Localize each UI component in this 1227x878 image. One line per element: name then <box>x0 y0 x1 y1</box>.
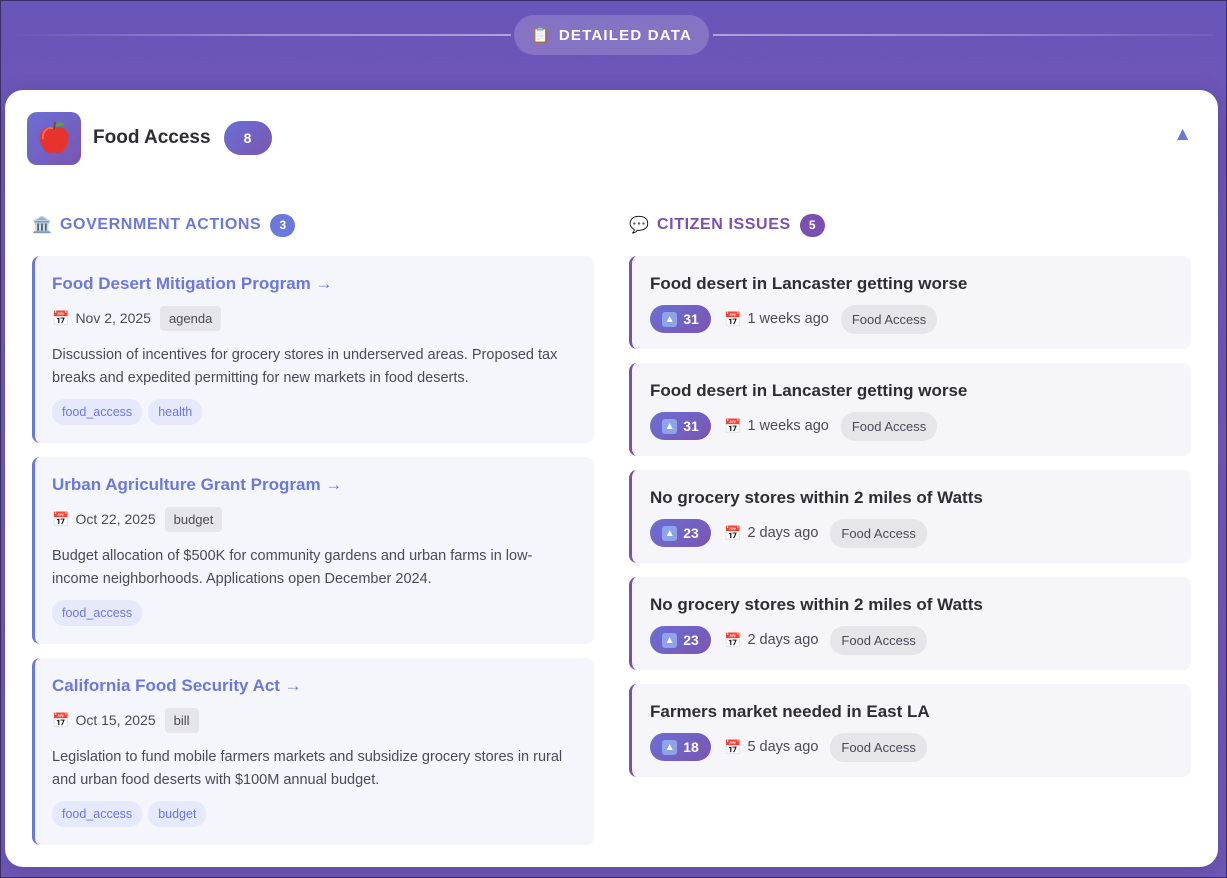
citizen-issues-title: CITIZEN ISSUES <box>657 216 791 233</box>
arrow-up-icon: ▲ <box>662 739 678 755</box>
issue-category-badge: Food Access <box>830 732 927 762</box>
arrow-up-icon: ▲ <box>662 525 678 541</box>
citizen-issue-item[interactable]: No grocery stores within 2 miles of Watt… <box>629 470 1191 563</box>
action-tags: food_access <box>52 600 577 626</box>
issue-category-badge: Food Access <box>840 411 938 441</box>
action-tag: health <box>148 399 203 425</box>
category-icon-tile <box>27 111 81 165</box>
upvote-button[interactable]: ▲ 23 <box>650 626 711 654</box>
category-header: Food Access 8 <box>27 111 272 165</box>
issue-time-ago: 5 days ago <box>747 739 819 755</box>
apple-icon <box>39 122 69 153</box>
section-header: 📋 DETAILED DATA <box>1 1 1227 71</box>
chevron-up-icon: ▲ <box>1173 124 1192 145</box>
government-action-meta: 📅 Nov 2, 2025 agenda <box>52 305 577 331</box>
citizen-issue-item[interactable]: Food desert in Lancaster getting worse ▲… <box>629 363 1191 456</box>
issue-category-badge: Food Access <box>840 304 938 334</box>
action-type-badge: agenda <box>159 305 222 331</box>
detailed-data-pill: 📋 DETAILED DATA <box>514 15 709 55</box>
action-tag: budget <box>148 801 207 827</box>
action-tag: food_access <box>52 600 143 626</box>
header-divider-right <box>713 34 1213 36</box>
citizen-issue-item[interactable]: Food desert in Lancaster getting worse ▲… <box>629 256 1191 349</box>
government-action-meta: 📅 Oct 15, 2025 bill <box>52 707 577 733</box>
citizen-issues-column: 💬 CITIZEN ISSUES 5 Food desert in Lancas… <box>629 212 1191 791</box>
calendar-icon: 📅 <box>724 631 742 648</box>
calendar-icon: 📅 <box>724 417 742 434</box>
action-description: Discussion of incentives for grocery sto… <box>52 347 558 386</box>
issue-time-ago: 1 weeks ago <box>747 311 829 327</box>
citizen-issue-item[interactable]: No grocery stores within 2 miles of Watt… <box>629 577 1191 670</box>
category-card: Food Access 8 ▲ 🏛️ GOVERNMENT ACTIONS 3 … <box>5 90 1218 867</box>
government-actions-column: 🏛️ GOVERNMENT ACTIONS 3 Food Desert Miti… <box>32 212 594 859</box>
calendar-icon: 📅 <box>52 711 70 728</box>
issue-title: Food desert in Lancaster getting worse <box>650 274 968 293</box>
collapse-toggle-button[interactable]: ▲ <box>1173 124 1192 146</box>
section-header-title: DETAILED DATA <box>558 26 692 44</box>
government-action-item: California Food Security Act → 📅 Oct 15,… <box>32 658 594 845</box>
speech-bubble-icon: 💬 <box>629 217 649 234</box>
government-action-item: Urban Agriculture Grant Program → 📅 Oct … <box>32 457 594 644</box>
category-title: Food Access <box>93 127 211 148</box>
upvote-button[interactable]: ▲ 23 <box>650 519 711 547</box>
vote-count: 23 <box>683 632 699 648</box>
issue-time-ago: 2 days ago <box>747 632 819 648</box>
action-tag: food_access <box>52 801 143 827</box>
calendar-icon: 📅 <box>52 309 70 326</box>
government-action-link[interactable]: Urban Agriculture Grant Program → <box>52 475 577 495</box>
action-type-badge: bill <box>164 707 199 733</box>
issue-meta: ▲ 23 📅 2 days ago Food Access <box>650 518 1174 548</box>
upvote-button[interactable]: ▲ 18 <box>650 733 711 761</box>
government-actions-header: 🏛️ GOVERNMENT ACTIONS 3 <box>32 212 594 238</box>
action-tags: food_access health <box>52 399 577 425</box>
government-actions-title: GOVERNMENT ACTIONS <box>60 216 262 233</box>
citizen-issues-header: 💬 CITIZEN ISSUES 5 <box>629 212 1191 238</box>
government-action-meta: 📅 Oct 22, 2025 budget <box>52 506 577 532</box>
issue-title: No grocery stores within 2 miles of Watt… <box>650 595 983 614</box>
vote-count: 18 <box>683 739 699 755</box>
clipboard-icon: 📋 <box>531 27 551 44</box>
issue-title: No grocery stores within 2 miles of Watt… <box>650 488 983 507</box>
issue-meta: ▲ 18 📅 5 days ago Food Access <box>650 732 1174 762</box>
action-date: Nov 2, 2025 <box>75 310 151 326</box>
action-date: Oct 15, 2025 <box>75 712 156 728</box>
upvote-button[interactable]: ▲ 31 <box>650 305 711 333</box>
issue-category-badge: Food Access <box>830 625 927 655</box>
action-date: Oct 22, 2025 <box>75 511 156 527</box>
issue-meta: ▲ 23 📅 2 days ago Food Access <box>650 625 1174 655</box>
vote-count: 31 <box>683 418 699 434</box>
category-count-badge: 8 <box>223 121 272 155</box>
issue-meta: ▲ 31 📅 1 weeks ago Food Access <box>650 304 1174 334</box>
citizen-issue-item[interactable]: Farmers market needed in East LA ▲ 18 📅 … <box>629 684 1191 777</box>
issue-time-ago: 2 days ago <box>747 525 819 541</box>
government-action-link[interactable]: Food Desert Mitigation Program → <box>52 274 577 294</box>
action-type-badge: budget <box>164 506 223 532</box>
vote-count: 23 <box>683 525 699 541</box>
action-description: Budget allocation of $500K for community… <box>52 548 533 587</box>
calendar-icon: 📅 <box>52 510 70 527</box>
government-action-link[interactable]: California Food Security Act → <box>52 676 577 696</box>
government-action-item: Food Desert Mitigation Program → 📅 Nov 2… <box>32 256 594 443</box>
action-description: Legislation to fund mobile farmers marke… <box>52 749 563 788</box>
government-actions-count: 3 <box>270 213 296 237</box>
issue-category-badge: Food Access <box>830 518 927 548</box>
calendar-icon: 📅 <box>724 738 742 755</box>
action-tag: food_access <box>52 399 143 425</box>
issue-title: Food desert in Lancaster getting worse <box>650 381 968 400</box>
calendar-icon: 📅 <box>724 310 742 327</box>
issue-meta: ▲ 31 📅 1 weeks ago Food Access <box>650 411 1174 441</box>
citizen-issues-count: 5 <box>799 213 825 237</box>
calendar-icon: 📅 <box>724 524 742 541</box>
arrow-up-icon: ▲ <box>662 311 678 327</box>
action-tags: food_access budget <box>52 801 577 827</box>
arrow-up-icon: ▲ <box>662 418 678 434</box>
government-building-icon: 🏛️ <box>32 217 52 234</box>
vote-count: 31 <box>683 311 699 327</box>
issue-time-ago: 1 weeks ago <box>747 418 829 434</box>
upvote-button[interactable]: ▲ 31 <box>650 412 711 440</box>
arrow-up-icon: ▲ <box>662 632 678 648</box>
header-divider-left <box>11 34 511 36</box>
issue-title: Farmers market needed in East LA <box>650 702 930 721</box>
